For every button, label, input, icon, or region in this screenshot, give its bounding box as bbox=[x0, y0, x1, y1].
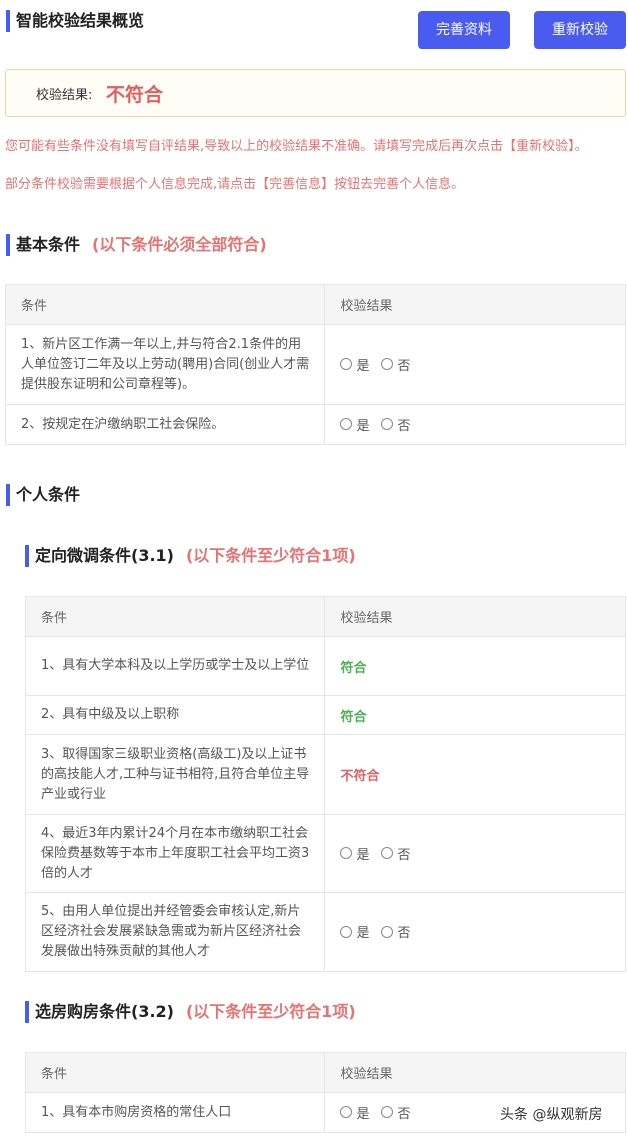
table-row: 4、最近3年内累计24个月在本市缴纳职工社会保险费基数等于本市上年度职工社会平均… bbox=[24, 814, 626, 893]
section-personal-label: 个人条件 bbox=[16, 485, 81, 504]
targeted-conditions-table: 条件 校验结果 1、具有大学本科及以上学历或学士及以上学位 符合 2、具有中级及… bbox=[24, 596, 626, 972]
table-row: 3、取得国家三级职业资格(高级工)及以上证书的高技能人才,工种与证书相符,且符合… bbox=[24, 734, 626, 815]
condition-result: 不符合 bbox=[324, 734, 626, 815]
radio-yes-label: 是 bbox=[356, 358, 370, 374]
radio-no[interactable] bbox=[381, 358, 394, 371]
table-header-row: 条件 校验结果 bbox=[24, 1052, 626, 1093]
column-header-result: 校验结果 bbox=[324, 1052, 626, 1093]
radio-no-label: 否 bbox=[397, 1106, 411, 1122]
condition-text: 4、最近3年内累计24个月在本市缴纳职工社会保险费基数等于本市上年度职工社会平均… bbox=[24, 814, 326, 893]
column-header-condition: 条件 bbox=[4, 284, 326, 325]
column-header-result: 校验结果 bbox=[324, 596, 626, 637]
condition-text: 2、具有中级及以上职称 bbox=[24, 695, 326, 735]
condition-result: 是 否 bbox=[324, 892, 626, 972]
table-header-row: 条件 校验结果 bbox=[24, 596, 626, 637]
radio-yes[interactable] bbox=[340, 418, 353, 431]
column-header-result: 校验结果 bbox=[324, 284, 626, 325]
section-basic-hint: (以下条件必须全部符合) bbox=[92, 235, 267, 254]
radio-no[interactable] bbox=[381, 847, 394, 860]
section-basic-title: 基本条件 (以下条件必须全部符合) bbox=[6, 234, 267, 256]
condition-result: 是 否 bbox=[324, 324, 626, 405]
section-housing-hint: (以下条件至少符合1项) bbox=[185, 1002, 356, 1021]
status-pass: 符合 bbox=[340, 660, 367, 676]
radio-no[interactable] bbox=[381, 925, 394, 938]
section-targeted-title: 定向微调条件(3.1) (以下条件至少符合1项) bbox=[25, 545, 356, 567]
notice-incomplete: 您可能有些条件没有填写自评结果,导致以上的校验结果不准确。请填写完成后再次点击【… bbox=[5, 139, 588, 154]
section-housing-label: 选房购房条件(3.2) bbox=[35, 1002, 174, 1021]
radio-yes-label: 是 bbox=[356, 418, 370, 434]
radio-yes[interactable] bbox=[340, 925, 353, 938]
radio-yes-label: 是 bbox=[356, 847, 370, 863]
radio-no-label: 否 bbox=[397, 926, 411, 942]
radio-yes[interactable] bbox=[340, 847, 353, 860]
condition-result: 符合 bbox=[324, 636, 626, 696]
section-targeted-hint: (以下条件至少符合1项) bbox=[185, 546, 356, 565]
watermark: 头条 @纵观新房 bbox=[500, 1107, 603, 1123]
radio-no-label: 否 bbox=[397, 418, 411, 434]
radio-yes-label: 是 bbox=[356, 926, 370, 942]
result-value: 不符合 bbox=[106, 84, 164, 106]
section-basic-label: 基本条件 bbox=[16, 235, 81, 254]
result-label: 校验结果: bbox=[36, 88, 93, 103]
table-header-row: 条件 校验结果 bbox=[4, 284, 626, 325]
condition-result: 符合 bbox=[324, 695, 626, 735]
table-row: 1、具有大学本科及以上学历或学士及以上学位 符合 bbox=[24, 636, 626, 696]
condition-result: 是 否 bbox=[324, 814, 626, 893]
radio-no-label: 否 bbox=[397, 358, 411, 374]
condition-text: 2、按规定在沪缴纳职工社会保险。 bbox=[4, 404, 326, 445]
condition-result: 是 否 bbox=[324, 404, 626, 445]
page-title: 智能校验结果概览 bbox=[6, 10, 144, 32]
radio-no[interactable] bbox=[381, 418, 394, 431]
radio-no-label: 否 bbox=[397, 847, 411, 863]
section-housing-title: 选房购房条件(3.2) (以下条件至少符合1项) bbox=[25, 1001, 356, 1023]
section-targeted-label: 定向微调条件(3.1) bbox=[35, 546, 174, 565]
condition-text: 5、由用人单位提出并经管委会审核认定,新片区经济社会发展紧缺急需或为新片区经济社… bbox=[24, 892, 326, 972]
condition-text: 1、具有本市购房资格的常住人口 bbox=[24, 1092, 326, 1133]
section-personal-title: 个人条件 bbox=[6, 484, 80, 506]
radio-yes-label: 是 bbox=[356, 1106, 370, 1122]
table-row: 2、具有中级及以上职称 符合 bbox=[24, 695, 626, 735]
condition-text: 1、具有大学本科及以上学历或学士及以上学位 bbox=[24, 636, 326, 696]
table-row: 1、新片区工作满一年以上,并与符合2.1条件的用人单位签订二年及以上劳动(聘用)… bbox=[4, 324, 626, 405]
recheck-button[interactable]: 重新校验 bbox=[534, 11, 626, 49]
result-summary-box: 校验结果: 不符合 bbox=[5, 69, 626, 117]
radio-yes[interactable] bbox=[340, 358, 353, 371]
status-pass: 符合 bbox=[340, 709, 367, 725]
basic-conditions-table: 条件 校验结果 1、新片区工作满一年以上,并与符合2.1条件的用人单位签订二年及… bbox=[4, 284, 626, 445]
notice-personal-info: 部分条件校验需要根据个人信息完成,请点击【完善信息】按钮去完善个人信息。 bbox=[5, 177, 465, 192]
column-header-condition: 条件 bbox=[24, 596, 326, 637]
radio-yes[interactable] bbox=[340, 1106, 353, 1119]
table-row: 5、由用人单位提出并经管委会审核认定,新片区经济社会发展紧缺急需或为新片区经济社… bbox=[24, 892, 626, 972]
complete-info-button[interactable]: 完善资料 bbox=[418, 11, 510, 49]
status-fail: 不符合 bbox=[340, 769, 380, 784]
page-header: 智能校验结果概览 完善资料 重新校验 bbox=[0, 0, 628, 60]
radio-no[interactable] bbox=[381, 1106, 394, 1119]
condition-text: 3、取得国家三级职业资格(高级工)及以上证书的高技能人才,工种与证书相符,且符合… bbox=[24, 734, 326, 815]
condition-text: 1、新片区工作满一年以上,并与符合2.1条件的用人单位签订二年及以上劳动(聘用)… bbox=[4, 324, 326, 405]
column-header-condition: 条件 bbox=[24, 1052, 326, 1093]
table-row: 2、按规定在沪缴纳职工社会保险。 是 否 bbox=[4, 404, 626, 445]
